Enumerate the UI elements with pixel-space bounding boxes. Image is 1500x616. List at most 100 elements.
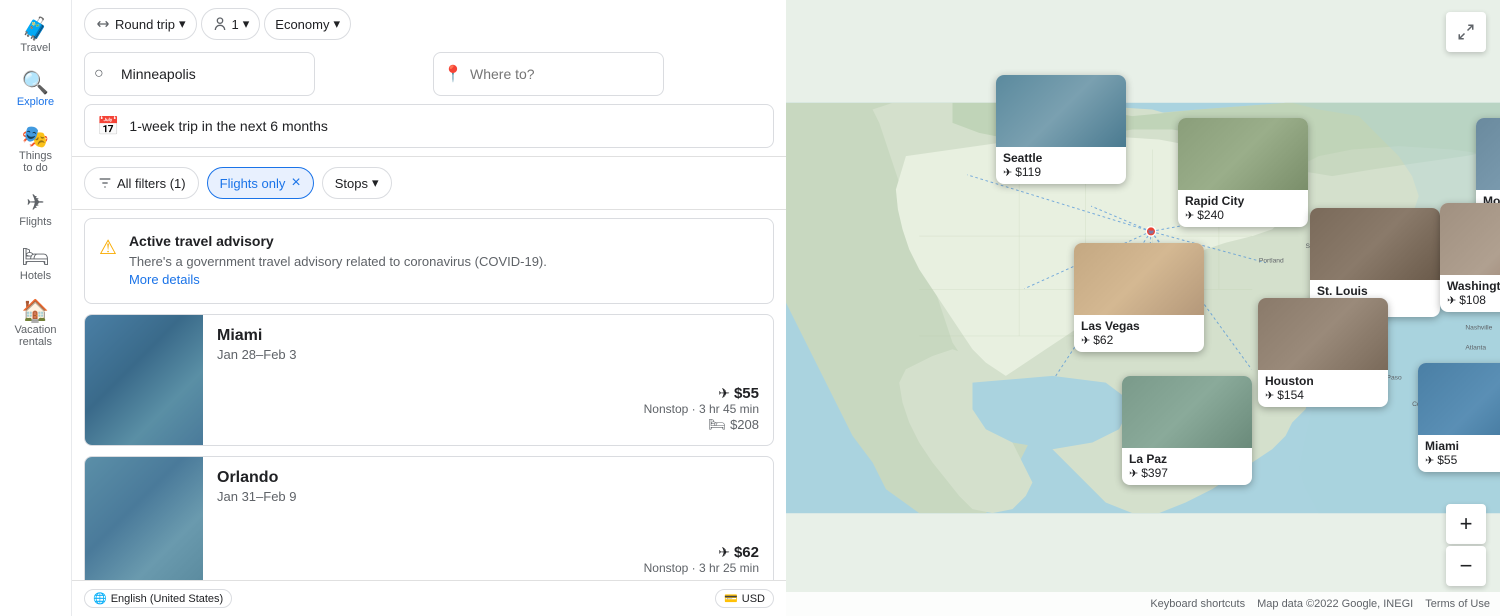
language-label: English (United States) <box>111 593 224 605</box>
explore-icon: 🔍 <box>22 72 49 94</box>
houston-map-img <box>1258 298 1388 370</box>
svg-text:Atlanta: Atlanta <box>1465 344 1486 351</box>
map-card-houston[interactable]: Houston ✈ $154 <box>1258 298 1388 407</box>
rapid-city-map-price: ✈ $240 <box>1185 208 1301 222</box>
washington-map-price: ✈ $108 <box>1447 293 1500 307</box>
destination-input[interactable] <box>433 52 664 96</box>
destination-wrap: 📍 <box>433 52 774 96</box>
zoom-out-button[interactable]: − <box>1446 546 1486 586</box>
flights-only-btn[interactable]: Flights only × <box>207 167 314 199</box>
nav-flights[interactable]: ✈ Flights <box>2 184 70 236</box>
stops-label: Stops <box>335 176 368 191</box>
round-trip-selector[interactable]: Round trip ▾ <box>84 8 197 40</box>
filter-icon <box>97 175 113 191</box>
flights-icon: ✈ <box>26 192 44 214</box>
left-nav: 🧳 Travel 🔍 Explore 🎭 Thingsto do ✈ Fligh… <box>0 0 72 616</box>
zoom-in-button[interactable]: + <box>1446 504 1486 544</box>
rapid-city-map-info: Rapid City ✈ $240 <box>1178 190 1308 227</box>
result-miami[interactable]: Miami Jan 28–Feb 3 ✈ $55 Nonstop · 3 hr … <box>84 314 774 446</box>
passengers-chevron: ▾ <box>243 16 250 32</box>
class-selector[interactable]: Economy ▾ <box>264 8 351 40</box>
filter-bar: All filters (1) Flights only × Stops ▾ <box>72 157 786 210</box>
rapid-city-plane-icon: ✈ <box>1185 209 1194 222</box>
advisory-title: Active travel advisory <box>129 233 547 249</box>
flights-only-label: Flights only <box>220 176 286 191</box>
map-data-label: Map data ©2022 Google, INEGI <box>1257 598 1413 610</box>
rapid-city-map-title: Rapid City <box>1185 194 1301 208</box>
map-card-washington[interactable]: Washington, D.C. ✈ $108 <box>1440 203 1500 312</box>
origin-input[interactable] <box>84 52 315 96</box>
rapid-city-map-img <box>1178 118 1308 190</box>
language-selector[interactable]: 🌐 English (United States) <box>84 589 232 608</box>
st-louis-map-title: St. Louis <box>1317 284 1433 298</box>
map-footer: Keyboard shortcuts Map data ©2022 Google… <box>786 592 1500 616</box>
advisory-icon: ⚠ <box>99 235 117 289</box>
nav-things-label: Thingsto do <box>19 150 52 174</box>
search-area: ○ 📍 📅 1-week trip in the next 6 months <box>72 40 786 157</box>
advisory-link[interactable]: More details <box>129 272 200 287</box>
washington-map-info: Washington, D.C. ✈ $108 <box>1440 275 1500 312</box>
hotels-icon: 🛏 <box>22 246 50 268</box>
la-paz-plane-icon: ✈ <box>1129 467 1138 480</box>
map-card-miami[interactable]: Miami ✈ $55 <box>1418 363 1500 472</box>
all-filters-btn[interactable]: All filters (1) <box>84 167 199 199</box>
la-paz-map-title: La Paz <box>1129 452 1245 466</box>
stops-btn[interactable]: Stops ▾ <box>322 167 392 199</box>
houston-map-title: Houston <box>1265 374 1381 388</box>
miami-map-img <box>1418 363 1500 435</box>
expand-map-button[interactable] <box>1446 12 1486 52</box>
flights-only-close[interactable]: × <box>291 174 300 192</box>
nav-things[interactable]: 🎭 Thingsto do <box>2 118 70 182</box>
washington-plane-icon: ✈ <box>1447 294 1456 307</box>
miami-flight-price: ✈ $55 <box>217 385 759 402</box>
date-selector[interactable]: 📅 1-week trip in the next 6 months <box>84 104 774 148</box>
stops-chevron: ▾ <box>372 175 379 191</box>
nav-explore-label: Explore <box>17 96 54 108</box>
advisory-text: There's a government travel advisory rel… <box>129 253 547 289</box>
advisory-banner: ⚠ Active travel advisory There's a gover… <box>84 218 774 304</box>
seattle-plane-icon: ✈ <box>1003 166 1012 179</box>
svg-text:Nashville: Nashville <box>1465 324 1492 331</box>
miami-image <box>85 315 203 445</box>
las-vegas-map-img <box>1074 243 1204 315</box>
round-trip-chevron: ▾ <box>179 16 186 32</box>
nav-flights-label: Flights <box>19 216 51 228</box>
seattle-map-img <box>996 75 1126 147</box>
map-card-rapid-city[interactable]: Rapid City ✈ $240 <box>1178 118 1308 227</box>
nav-hotels-label: Hotels <box>20 270 51 282</box>
map-card-la-paz[interactable]: La Paz ✈ $397 <box>1122 376 1252 485</box>
orlando-city: Orlando <box>217 469 759 487</box>
seattle-map-info: Seattle ✈ $119 <box>996 147 1126 184</box>
nav-explore[interactable]: 🔍 Explore <box>2 64 70 116</box>
map-controls: + − <box>1446 504 1486 586</box>
travel-icon: 🧳 <box>22 18 49 40</box>
passengers-label: 1 <box>232 17 239 32</box>
orlando-image <box>85 457 203 580</box>
currency-selector[interactable]: 💳 USD <box>715 589 774 608</box>
passengers-selector[interactable]: 1 ▾ <box>201 8 261 40</box>
date-label: 1-week trip in the next 6 months <box>129 118 327 134</box>
all-filters-label: All filters (1) <box>117 176 186 191</box>
map-card-las-vegas[interactable]: Las Vegas ✈ $62 <box>1074 243 1204 352</box>
nav-travel[interactable]: 🧳 Travel <box>2 10 70 62</box>
terms-label[interactable]: Terms of Use <box>1425 598 1490 610</box>
keyboard-shortcuts[interactable]: Keyboard shortcuts <box>1150 598 1245 610</box>
orlando-plane-icon: ✈ <box>718 544 730 561</box>
miami-hotel: 🛏 $208 <box>217 416 759 433</box>
orlando-flight-price: ✈ $62 <box>217 544 759 561</box>
origin-wrap: ○ <box>84 52 425 96</box>
map-card-seattle[interactable]: Seattle ✈ $119 <box>996 75 1126 184</box>
result-orlando[interactable]: Orlando Jan 31–Feb 9 ✈ $62 Nonstop · 3 h… <box>84 456 774 580</box>
vacation-icon: 🏠 <box>22 300 49 322</box>
miami-nonstop: Nonstop · 3 hr 45 min <box>217 402 759 416</box>
nav-vacation-label: Vacationrentals <box>15 324 57 348</box>
miami-bed-icon: 🛏 <box>708 416 726 433</box>
nav-hotels[interactable]: 🛏 Hotels <box>2 238 70 290</box>
calendar-icon: 📅 <box>97 116 119 137</box>
houston-map-info: Houston ✈ $154 <box>1258 370 1388 407</box>
passenger-icon <box>212 16 228 32</box>
las-vegas-map-price: ✈ $62 <box>1081 333 1197 347</box>
sidebar: Round trip ▾ 1 ▾ Economy ▾ ○ 📍 📅 1-week <box>72 0 786 616</box>
las-vegas-plane-icon: ✈ <box>1081 334 1090 347</box>
nav-vacation[interactable]: 🏠 Vacationrentals <box>2 292 70 356</box>
